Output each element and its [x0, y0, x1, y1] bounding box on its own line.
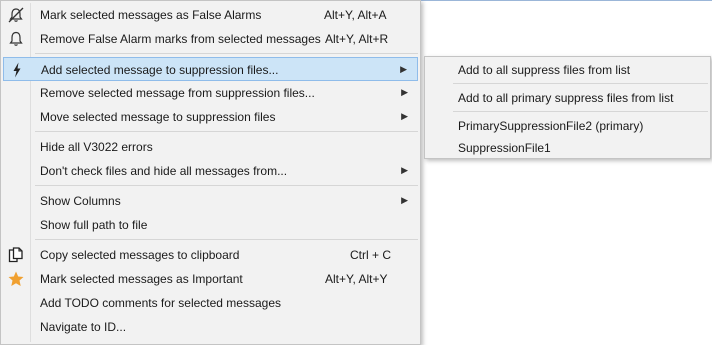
menu-item-label: Add selected message to suppression file…: [41, 63, 279, 77]
submenu-item-primary-file[interactable]: PrimarySuppressionFile2 (primary): [426, 115, 709, 137]
menu-item-remove-false-alarm-marks[interactable]: Remove False Alarm marks from selected m…: [3, 27, 418, 51]
menu-item-move-to-suppression[interactable]: Move selected message to suppression fil…: [3, 105, 418, 129]
submenu-arrow-icon: ▶: [401, 111, 408, 121]
submenu-arrow-icon: ▶: [401, 195, 408, 205]
menu-item-label: Show Columns: [40, 194, 121, 208]
context-menu: Mark selected messages as False Alarms A…: [0, 0, 421, 345]
submenu-item-label: Add to all suppress files from list: [458, 63, 631, 77]
menu-item-navigate-to-id[interactable]: Navigate to ID...: [3, 315, 418, 339]
menu-item-add-todo[interactable]: Add TODO comments for selected messages: [3, 291, 418, 315]
menu-item-label: Remove selected message from suppression…: [40, 86, 315, 100]
menu-item-shortcut: Ctrl + C: [350, 248, 392, 262]
menu-item-label: Mark selected messages as Important: [40, 272, 243, 286]
menu-item-label: Mark selected messages as False Alarms: [40, 8, 262, 22]
menu-item-shortcut: Alt+Y, Alt+R: [325, 32, 389, 46]
submenu-arrow-icon: ▶: [401, 87, 408, 97]
bell-icon: [7, 30, 25, 48]
menu-item-label: Navigate to ID...: [40, 320, 127, 334]
suppression-submenu: Add to all suppress files from list Add …: [424, 56, 711, 159]
submenu-item-add-all-primary[interactable]: Add to all primary suppress files from l…: [426, 87, 709, 109]
menu-separator: [453, 83, 708, 84]
copy-icon: [7, 246, 25, 264]
menu-item-label: Add TODO comments for selected messages: [40, 296, 281, 310]
submenu-arrow-icon: ▶: [400, 64, 407, 74]
menu-item-mark-important[interactable]: Mark selected messages as Important Alt+…: [3, 267, 418, 291]
menu-item-dont-check-files[interactable]: Don't check files and hide all messages …: [3, 159, 418, 183]
menu-item-add-to-suppression[interactable]: Add selected message to suppression file…: [3, 57, 418, 81]
menu-item-hide-v3022[interactable]: Hide all V3022 errors: [3, 135, 418, 159]
lightning-icon: [8, 61, 26, 79]
menu-item-label: Hide all V3022 errors: [40, 140, 153, 154]
submenu-item-add-all-suppress[interactable]: Add to all suppress files from list: [426, 59, 709, 81]
menu-item-label: Copy selected messages to clipboard: [40, 248, 240, 262]
menu-item-label: Don't check files and hide all messages …: [40, 164, 288, 178]
star-icon: [7, 270, 25, 288]
menu-item-label: Remove False Alarm marks from selected m…: [40, 32, 321, 46]
menu-item-mark-false-alarms[interactable]: Mark selected messages as False Alarms A…: [3, 3, 418, 27]
menu-item-shortcut: Alt+Y, Alt+A: [324, 8, 387, 22]
menu-item-label: Show full path to file: [40, 218, 148, 232]
menu-separator: [35, 185, 418, 186]
menu-separator: [35, 53, 418, 54]
menu-item-remove-from-suppression[interactable]: Remove selected message from suppression…: [3, 81, 418, 105]
submenu-item-label: PrimarySuppressionFile2 (primary): [458, 119, 644, 133]
menu-separator: [35, 131, 418, 132]
menu-item-show-columns[interactable]: Show Columns ▶: [3, 189, 418, 213]
submenu-item-label: SuppressionFile1: [458, 141, 551, 155]
submenu-item-label: Add to all primary suppress files from l…: [458, 91, 674, 105]
submenu-item-suppression-file1[interactable]: SuppressionFile1: [426, 137, 709, 159]
submenu-arrow-icon: ▶: [401, 165, 408, 175]
menu-item-show-full-path[interactable]: Show full path to file: [3, 213, 418, 237]
menu-item-shortcut: Alt+Y, Alt+Y: [325, 272, 388, 286]
menu-item-label: Move selected message to suppression fil…: [40, 110, 276, 124]
menu-separator: [35, 239, 418, 240]
menu-separator: [453, 111, 708, 112]
false-alarm-icon: [7, 6, 25, 24]
menu-item-copy-to-clipboard[interactable]: Copy selected messages to clipboard Ctrl…: [3, 243, 418, 267]
window-edge-line: [420, 0, 712, 1]
